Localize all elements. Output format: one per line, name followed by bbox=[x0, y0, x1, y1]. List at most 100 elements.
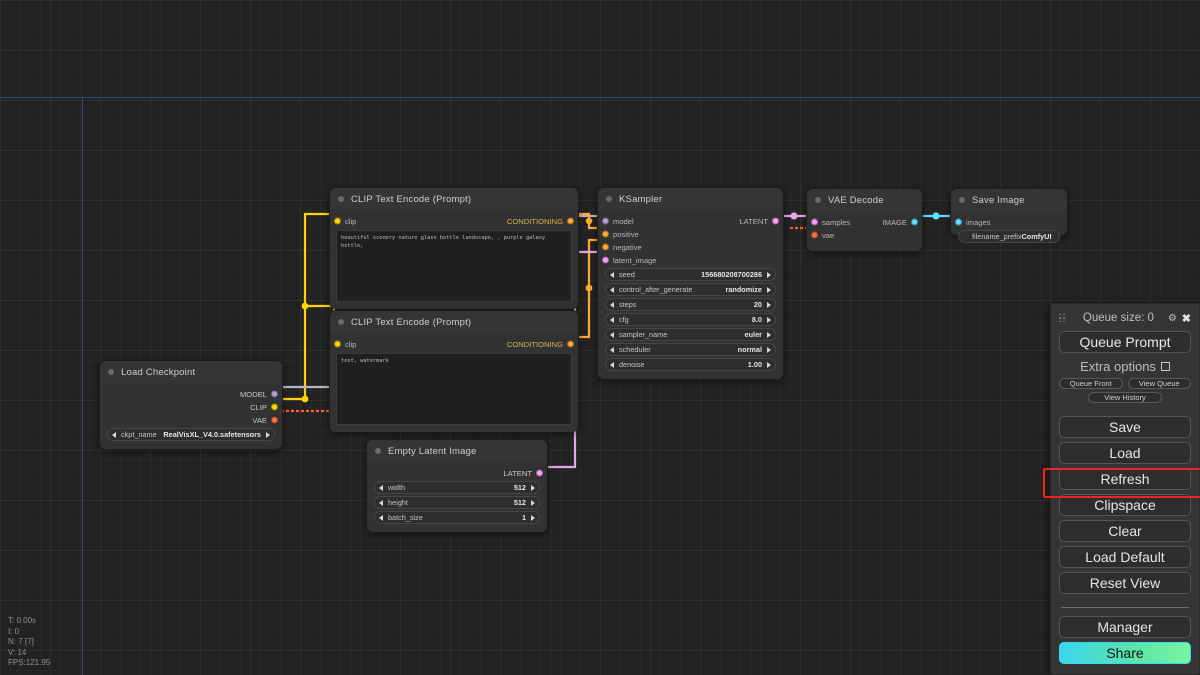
decrement-arrow-icon[interactable] bbox=[610, 271, 614, 278]
increment-arrow-icon[interactable] bbox=[266, 431, 270, 438]
widget-denoise[interactable]: denoise 1.00 bbox=[605, 358, 776, 371]
output-slot-latent[interactable]: LATENT bbox=[367, 467, 547, 479]
decrement-arrow-icon[interactable] bbox=[379, 514, 383, 521]
node-load-checkpoint[interactable]: Load Checkpoint MODEL CLIP VAE ckpt_name… bbox=[99, 360, 283, 450]
port-clip[interactable] bbox=[271, 403, 278, 411]
port-vae-in[interactable] bbox=[811, 231, 818, 239]
drag-handle-icon[interactable] bbox=[1059, 312, 1065, 324]
node-vae-decode[interactable]: VAE Decode samples IMAGE vae bbox=[806, 188, 923, 252]
increment-arrow-icon[interactable] bbox=[767, 361, 771, 368]
widget-cfg[interactable]: cfg 8.0 bbox=[605, 313, 776, 326]
view-queue-button[interactable]: View Queue bbox=[1127, 378, 1191, 389]
widget-value: euler bbox=[744, 330, 762, 339]
increment-arrow-icon[interactable] bbox=[531, 484, 535, 491]
load-button[interactable]: Load bbox=[1059, 442, 1191, 464]
increment-arrow-icon[interactable] bbox=[531, 499, 535, 506]
port-latent-out[interactable] bbox=[772, 217, 779, 225]
stat-time: T: 0.00s bbox=[8, 616, 37, 626]
increment-arrow-icon[interactable] bbox=[767, 271, 771, 278]
view-history-button[interactable]: View History bbox=[1088, 392, 1162, 403]
comfyui-canvas[interactable]: Load Checkpoint MODEL CLIP VAE ckpt_name… bbox=[0, 0, 1200, 675]
increment-arrow-icon[interactable] bbox=[767, 346, 771, 353]
canvas-stats-overlay: T: 0.00s I: 0 N: 7 [7] V: 14 FPS:121.95 bbox=[8, 616, 50, 669]
port-model-in[interactable] bbox=[602, 217, 609, 225]
widget-scheduler[interactable]: scheduler normal bbox=[605, 343, 776, 356]
clipspace-button[interactable]: Clipspace bbox=[1059, 494, 1191, 516]
clear-button[interactable]: Clear bbox=[1059, 520, 1191, 542]
increment-arrow-icon[interactable] bbox=[531, 514, 535, 521]
increment-arrow-icon[interactable] bbox=[767, 331, 771, 338]
widget-ckpt-name[interactable]: ckpt_name RealVisXL_V4.0.safetensors bbox=[107, 428, 275, 441]
node-title-text: CLIP Text Encode (Prompt) bbox=[351, 193, 472, 205]
output-slot-clip[interactable]: CLIP bbox=[100, 401, 282, 413]
queue-front-button[interactable]: Queue Front bbox=[1059, 378, 1123, 389]
decrement-arrow-icon[interactable] bbox=[610, 316, 614, 323]
port-images-in[interactable] bbox=[955, 218, 962, 226]
port-clip-in[interactable] bbox=[334, 340, 341, 348]
node-save-image[interactable]: Save Image images filename_prefix ComfyU… bbox=[950, 188, 1068, 243]
decrement-arrow-icon[interactable] bbox=[610, 331, 614, 338]
port-image-out[interactable] bbox=[911, 218, 918, 226]
widget-sampler-name[interactable]: sampler_name euler bbox=[605, 328, 776, 341]
node-clip-text-encode-negative[interactable]: CLIP Text Encode (Prompt) clip CONDITION… bbox=[329, 310, 579, 432]
increment-arrow-icon[interactable] bbox=[767, 316, 771, 323]
increment-arrow-icon[interactable] bbox=[767, 286, 771, 293]
extra-options-row[interactable]: Extra options bbox=[1059, 357, 1191, 375]
decrement-arrow-icon[interactable] bbox=[610, 361, 614, 368]
node-clip-text-encode-positive[interactable]: CLIP Text Encode (Prompt) clip CONDITION… bbox=[329, 187, 579, 309]
collapse-dot-icon[interactable] bbox=[108, 369, 114, 375]
collapse-dot-icon[interactable] bbox=[815, 197, 821, 203]
increment-arrow-icon[interactable] bbox=[767, 301, 771, 308]
menu-header: Queue size: 0 ⚙ ✖ bbox=[1059, 310, 1191, 326]
save-button[interactable]: Save bbox=[1059, 416, 1191, 438]
decrement-arrow-icon[interactable] bbox=[610, 346, 614, 353]
output-slot-vae[interactable]: VAE bbox=[100, 414, 282, 426]
node-empty-latent-image[interactable]: Empty Latent Image LATENT width 512 heig… bbox=[366, 439, 548, 533]
prompt-textarea-negative[interactable]: text, watermark bbox=[336, 353, 572, 425]
port-clip-in[interactable] bbox=[334, 217, 341, 225]
reset-view-button[interactable]: Reset View bbox=[1059, 572, 1191, 594]
decrement-arrow-icon[interactable] bbox=[610, 301, 614, 308]
prompt-textarea-positive[interactable]: beautiful scenery nature glass bottle la… bbox=[336, 230, 572, 302]
port-vae[interactable] bbox=[271, 416, 278, 424]
widget-control-after-generate[interactable]: control_after_generate randomize bbox=[605, 283, 776, 296]
decrement-arrow-icon[interactable] bbox=[112, 431, 116, 438]
collapse-dot-icon[interactable] bbox=[375, 448, 381, 454]
port-negative-in[interactable] bbox=[602, 243, 609, 251]
node-ksampler[interactable]: KSampler model LATENT positive negative … bbox=[597, 187, 784, 380]
queue-prompt-button[interactable]: Queue Prompt bbox=[1059, 331, 1191, 353]
slot-row-samples: samples IMAGE bbox=[807, 216, 922, 228]
decrement-arrow-icon[interactable] bbox=[610, 286, 614, 293]
decrement-arrow-icon[interactable] bbox=[379, 499, 383, 506]
collapse-dot-icon[interactable] bbox=[338, 319, 344, 325]
extra-options-checkbox[interactable] bbox=[1160, 361, 1170, 371]
widget-label: width bbox=[388, 483, 406, 492]
widget-steps[interactable]: steps 20 bbox=[605, 298, 776, 311]
gear-icon[interactable]: ⚙ bbox=[1168, 313, 1177, 324]
output-slot-model[interactable]: MODEL bbox=[100, 388, 282, 400]
collapse-dot-icon[interactable] bbox=[959, 197, 965, 203]
port-conditioning-out[interactable] bbox=[567, 217, 574, 225]
comfy-menu-panel[interactable]: Queue size: 0 ⚙ ✖ Queue Prompt Extra opt… bbox=[1050, 303, 1200, 675]
widget-seed[interactable]: seed 156680208700286 bbox=[605, 268, 776, 281]
widget-batch-size[interactable]: batch_size 1 bbox=[374, 511, 540, 524]
widget-label: denoise bbox=[619, 360, 645, 369]
widget-height[interactable]: height 512 bbox=[374, 496, 540, 509]
share-button[interactable]: Share bbox=[1059, 642, 1191, 664]
port-latent-image-in[interactable] bbox=[602, 256, 609, 264]
load-default-button[interactable]: Load Default bbox=[1059, 546, 1191, 568]
port-latent-out[interactable] bbox=[536, 469, 543, 477]
widget-filename-prefix[interactable]: filename_prefix ComfyUI bbox=[958, 230, 1060, 243]
port-samples-in[interactable] bbox=[811, 218, 818, 226]
refresh-button[interactable]: Refresh bbox=[1059, 468, 1191, 490]
widget-value: 156680208700286 bbox=[701, 270, 762, 279]
port-model[interactable] bbox=[271, 390, 278, 398]
collapse-dot-icon[interactable] bbox=[338, 196, 344, 202]
close-icon[interactable]: ✖ bbox=[1182, 312, 1191, 325]
collapse-dot-icon[interactable] bbox=[606, 196, 612, 202]
widget-width[interactable]: width 512 bbox=[374, 481, 540, 494]
decrement-arrow-icon[interactable] bbox=[379, 484, 383, 491]
port-positive-in[interactable] bbox=[602, 230, 609, 238]
manager-button[interactable]: Manager bbox=[1059, 616, 1191, 638]
port-conditioning-out[interactable] bbox=[567, 340, 574, 348]
